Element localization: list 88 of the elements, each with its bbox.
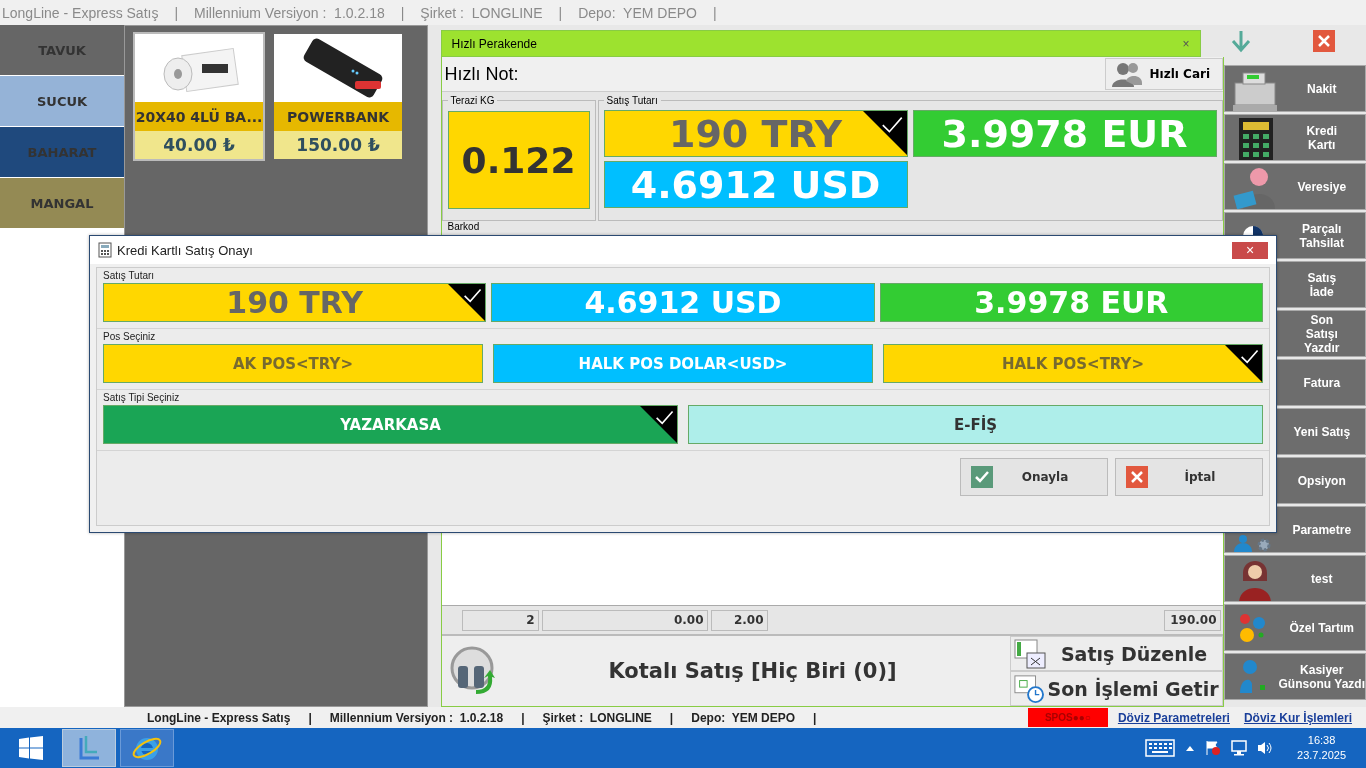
group-label: Barkod bbox=[447, 221, 480, 232]
quick-note-label: Hızlı Not: bbox=[443, 63, 519, 85]
last-transaction-button[interactable]: Son İşlemi Getir bbox=[1009, 671, 1223, 706]
close-icon bbox=[1318, 35, 1331, 47]
total-cell: 0.00 bbox=[541, 609, 708, 631]
status-text: Depo: YEM DEPO bbox=[691, 710, 795, 725]
title-text: Şirket : LONGLINE bbox=[420, 4, 543, 21]
tab-close-button[interactable]: × bbox=[1182, 36, 1190, 51]
separator-text: | bbox=[400, 4, 405, 21]
sale-type-option[interactable]: YAZARKASA bbox=[103, 405, 678, 444]
taskbar-app-button[interactable] bbox=[120, 729, 174, 767]
user-dots-icon bbox=[1239, 659, 1266, 694]
clock-time: 16:38 bbox=[1307, 733, 1336, 748]
separator-text: | bbox=[308, 710, 312, 725]
separator-text: | bbox=[669, 710, 674, 725]
close-button[interactable] bbox=[1313, 30, 1336, 52]
product-price: 40.00 ₺ bbox=[135, 131, 264, 159]
category-button[interactable]: SUCUK bbox=[0, 76, 125, 126]
table-edit-icon bbox=[1013, 638, 1046, 669]
person-gear-icon bbox=[1234, 535, 1272, 552]
close-icon bbox=[1126, 466, 1148, 488]
title-text: Millennium Versiyon : 1.0.2.18 bbox=[194, 4, 385, 21]
separator-text: | bbox=[521, 710, 525, 725]
clock-date: 23.7.2025 bbox=[1297, 748, 1346, 763]
sale-tab[interactable]: Hızlı Perakende × bbox=[440, 30, 1201, 57]
separator-text: | bbox=[558, 4, 563, 21]
down-arrow-icon bbox=[1231, 29, 1252, 53]
title-text: Depo: YEM DEPO bbox=[578, 4, 697, 21]
check-corner-icon bbox=[640, 406, 677, 443]
calculator-icon bbox=[98, 242, 112, 258]
windows-logo-icon bbox=[19, 736, 43, 760]
quick-customer-button[interactable]: Hızlı Cari bbox=[1104, 58, 1223, 90]
product-price: 150.00 ₺ bbox=[274, 131, 403, 159]
group-label: Satış Tutarı bbox=[605, 95, 659, 106]
category-button[interactable]: MANGAL bbox=[0, 178, 125, 228]
separator-text: | bbox=[174, 4, 179, 21]
sidebar-button[interactable]: Veresiye bbox=[1223, 163, 1366, 210]
amount-tile[interactable]: 190 TRY bbox=[103, 283, 487, 322]
title-text: LongLine - Express Satış bbox=[2, 4, 159, 21]
taskbar-app-button[interactable] bbox=[62, 729, 116, 767]
total-cell: 190.00 bbox=[1163, 609, 1221, 631]
confirm-button[interactable]: Onayla bbox=[960, 458, 1108, 496]
check-corner-icon bbox=[1225, 345, 1262, 382]
group-label: Satış Tipi Seçiniz bbox=[103, 392, 180, 403]
dialog-close-button[interactable]: × bbox=[1232, 241, 1268, 259]
cancel-button[interactable]: İptal bbox=[1115, 458, 1263, 496]
people-icon bbox=[1111, 61, 1142, 87]
dots-icon bbox=[1238, 612, 1267, 643]
dialog-title: Kredi Kartlı Satış Onayı bbox=[117, 242, 254, 258]
status-link[interactable]: Döviz Parametreleri bbox=[1117, 710, 1230, 725]
check-corner-icon bbox=[862, 111, 907, 155]
scale-weight: 0.122 bbox=[447, 111, 590, 209]
sidebar-button[interactable]: Özel Tartım bbox=[1223, 604, 1366, 651]
chevron-up-icon bbox=[1185, 744, 1196, 752]
pos-option[interactable]: HALK POS<TRY> bbox=[883, 344, 1263, 383]
group-label: Satış Tutarı bbox=[103, 270, 155, 281]
product-card[interactable]: 20X40 4LÜ BA... 40.00 ₺ bbox=[133, 32, 266, 161]
sidebar-button[interactable]: Nakit bbox=[1223, 65, 1366, 112]
sale-type-option[interactable]: E-FİŞ bbox=[688, 405, 1263, 444]
product-name: 20X40 4LÜ BA... bbox=[135, 102, 264, 131]
edit-sale-button[interactable]: Satış Düzenle bbox=[1009, 636, 1223, 671]
spos-indicator: SPOS●●○ bbox=[1027, 708, 1108, 727]
separator-text: | bbox=[712, 4, 717, 21]
keyboard-icon bbox=[1145, 739, 1176, 757]
network-icon bbox=[1231, 740, 1248, 756]
status-text: Şirket : LONGLINE bbox=[542, 710, 652, 725]
quota-sale-text: Kotalı Satış [Hiç Biri (0)] bbox=[607, 659, 898, 683]
product-card[interactable]: POWERBANK 150.00 ₺ bbox=[272, 32, 405, 161]
check-corner-icon bbox=[448, 284, 486, 321]
pos-option[interactable]: AK POS<TRY> bbox=[103, 344, 483, 383]
flag-icon bbox=[1205, 740, 1222, 756]
amount-tile[interactable]: 190 TRY bbox=[603, 110, 908, 157]
volume-icon bbox=[1257, 740, 1274, 756]
total-cell: 2 bbox=[461, 609, 539, 631]
tab-title: Hızlı Perakende bbox=[451, 36, 537, 51]
group-label: Pos Seçiniz bbox=[103, 331, 156, 342]
status-text: Millennium Versiyon : 1.0.2.18 bbox=[329, 710, 504, 725]
sidebar-button[interactable]: Kredi Kartı bbox=[1223, 114, 1366, 161]
check-icon bbox=[971, 466, 993, 488]
sidebar-button[interactable]: Kasiyer Günsonu Yazdı bbox=[1223, 653, 1366, 700]
product-name: POWERBANK bbox=[274, 102, 403, 131]
sidebar-button[interactable]: test bbox=[1223, 555, 1366, 602]
group-label: Terazi KG bbox=[449, 95, 496, 106]
total-cell: 2.00 bbox=[710, 609, 768, 631]
status-link[interactable]: Döviz Kur İşlemleri bbox=[1243, 710, 1352, 725]
table-clock-icon bbox=[1013, 673, 1044, 704]
separator-text: | bbox=[813, 710, 817, 725]
status-text: LongLine - Express Satış bbox=[147, 710, 291, 725]
